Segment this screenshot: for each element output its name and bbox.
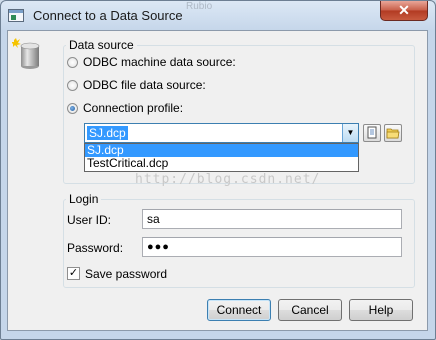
connect-button[interactable]: Connect (207, 299, 271, 321)
radio-connection-profile-label: Connection profile: (83, 101, 184, 115)
cancel-button[interactable]: Cancel (278, 299, 342, 321)
new-profile-icon (367, 126, 377, 139)
database-icon (12, 38, 40, 69)
radio-odbc-machine-label: ODBC machine data source: (83, 55, 236, 69)
folder-icon (386, 128, 400, 139)
radio-odbc-file[interactable]: ODBC file data source: (67, 78, 206, 92)
window-app-icon (8, 9, 24, 22)
password-label: Password: (67, 241, 124, 255)
radio-odbc-file-label: ODBC file data source: (83, 78, 206, 92)
title-bar[interactable]: Connect to a Data Source Rubio ✕ (1, 1, 435, 31)
radio-connection-profile[interactable]: Connection profile: (67, 101, 183, 115)
radio-odbc-file-indicator[interactable] (67, 79, 78, 91)
user-id-input[interactable]: sa (142, 209, 402, 229)
password-input[interactable]: ●●● (142, 237, 402, 257)
browse-folder-button[interactable] (384, 124, 402, 142)
radio-odbc-machine-indicator[interactable] (67, 56, 78, 68)
data-source-group-label: Data source (69, 38, 134, 52)
save-password-checkbox[interactable]: ✓ (67, 267, 80, 280)
background-ghost-text: Rubio (186, 1, 213, 12)
save-password-label[interactable]: Save password (85, 267, 167, 281)
login-group-label: Login (69, 192, 99, 206)
radio-odbc-machine[interactable]: ODBC machine data source: (67, 55, 236, 69)
profile-dropdown-list[interactable]: SJ.dcp TestCritical.dcp (84, 143, 359, 172)
help-button[interactable]: Help (349, 299, 413, 321)
watermark-text: http://blog.csdn.net/ (135, 172, 321, 187)
user-id-label: User ID: (67, 213, 112, 227)
new-profile-button[interactable] (363, 124, 381, 142)
connection-profile-combo[interactable]: SJ.dcp ▼ (84, 123, 359, 143)
radio-connection-profile-indicator[interactable] (67, 102, 78, 114)
close-button[interactable]: ✕ (380, 1, 428, 21)
chevron-down-icon[interactable]: ▼ (342, 124, 358, 142)
combo-selected-value: SJ.dcp (87, 126, 128, 140)
checkmark-icon: ✓ (68, 267, 79, 279)
dropdown-item-testcritical[interactable]: TestCritical.dcp (85, 157, 358, 170)
window-title: Connect to a Data Source (33, 8, 183, 23)
close-icon: ✕ (398, 2, 410, 18)
